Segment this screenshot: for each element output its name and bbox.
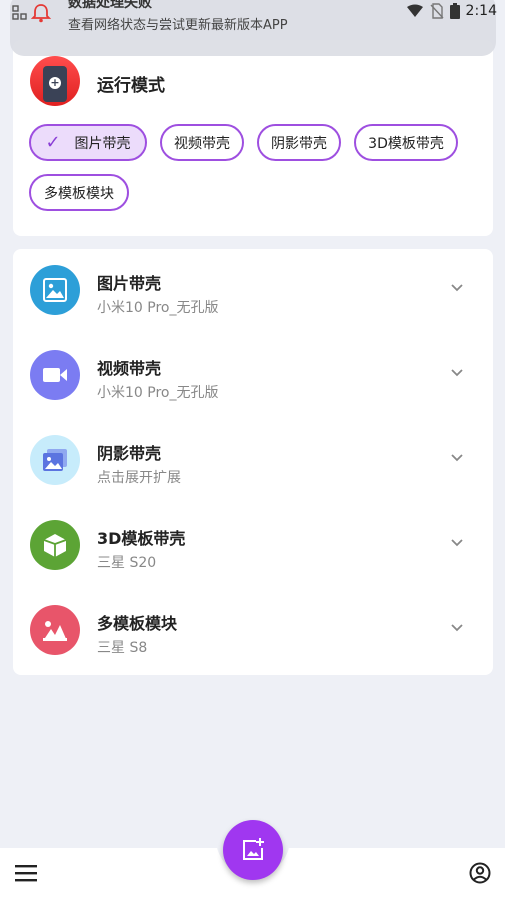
add-image-icon bbox=[243, 838, 264, 860]
template-row-multi-template[interactable]: 多模板模块 三星 S8 bbox=[13, 589, 493, 674]
mode-chip-label: 3D模板带壳 bbox=[368, 135, 444, 152]
template-row-3d-shell[interactable]: 3D模板带壳 三星 S20 bbox=[13, 504, 493, 589]
chevron-down-icon[interactable] bbox=[449, 364, 465, 380]
video-icon bbox=[30, 350, 80, 400]
chevron-down-icon[interactable] bbox=[449, 449, 465, 465]
template-title: 多模板模块 bbox=[97, 614, 178, 633]
template-row-video-shell[interactable]: 视频带壳 小米10 Pro_无孔版 bbox=[13, 334, 493, 419]
run-mode-title: 运行模式 bbox=[97, 76, 165, 96]
template-title: 阴影带壳 bbox=[97, 444, 162, 463]
multi-template-icon bbox=[30, 605, 80, 655]
menu-icon[interactable] bbox=[14, 863, 38, 883]
template-row-image-shell[interactable]: 图片带壳 小米10 Pro_无孔版 bbox=[13, 249, 493, 334]
template-title: 视频带壳 bbox=[97, 359, 162, 378]
template-row-shadow-shell[interactable]: 阴影带壳 点击展开扩展 bbox=[13, 419, 493, 504]
phone-shell-icon bbox=[30, 56, 80, 106]
wifi-icon bbox=[406, 4, 423, 17]
mode-chip-label: 阴影带壳 bbox=[271, 135, 327, 152]
status-right-icons: 2:14 bbox=[406, 3, 497, 19]
battery-icon bbox=[449, 3, 460, 19]
check-icon: ✓ bbox=[45, 132, 61, 153]
template-subtitle: 三星 S8 bbox=[97, 640, 148, 656]
chevron-down-icon[interactable] bbox=[449, 619, 465, 635]
status-time: 2:14 bbox=[465, 3, 497, 19]
mode-chip-multi-template[interactable]: 多模板模块 bbox=[29, 174, 129, 211]
mode-chip-shadow-shell[interactable]: 阴影带壳 bbox=[257, 124, 341, 161]
notification-icon bbox=[30, 4, 52, 23]
cube-icon bbox=[30, 520, 80, 570]
chevron-down-icon[interactable] bbox=[449, 534, 465, 550]
template-subtitle: 三星 S20 bbox=[97, 555, 157, 571]
shadow-image-icon bbox=[30, 435, 80, 485]
mode-chip-label: 图片带壳 bbox=[74, 135, 131, 152]
template-subtitle: 小米10 Pro_无孔版 bbox=[97, 385, 219, 401]
template-title: 3D模板带壳 bbox=[97, 529, 186, 548]
grid-icon bbox=[12, 5, 27, 20]
template-list: 图片带壳 小米10 Pro_无孔版 视频带壳 小米10 Pro_无孔版 阴影带壳… bbox=[13, 249, 493, 675]
account-icon[interactable] bbox=[469, 862, 491, 884]
template-title: 图片带壳 bbox=[97, 274, 162, 293]
mode-chip-label: 多模板模块 bbox=[44, 185, 114, 202]
run-mode-card: 运行模式 ✓ 图片带壳 视频带壳 阴影带壳 3D模板带壳 多模板模块 bbox=[13, 40, 493, 236]
mode-chip-label: 视频带壳 bbox=[174, 135, 230, 152]
template-subtitle: 小米10 Pro_无孔版 bbox=[97, 300, 219, 316]
mode-chip-image-shell[interactable]: ✓ 图片带壳 bbox=[29, 124, 147, 161]
chevron-down-icon[interactable] bbox=[449, 279, 465, 295]
image-icon bbox=[30, 265, 80, 315]
status-left-icons bbox=[12, 2, 52, 24]
no-sim-icon bbox=[430, 3, 444, 19]
add-image-button[interactable] bbox=[223, 820, 283, 880]
mode-chip-3d-shell[interactable]: 3D模板带壳 bbox=[354, 124, 458, 161]
status-bar: 2:14 bbox=[0, 0, 505, 28]
template-subtitle: 点击展开扩展 bbox=[97, 470, 181, 486]
mode-chip-video-shell[interactable]: 视频带壳 bbox=[160, 124, 244, 161]
